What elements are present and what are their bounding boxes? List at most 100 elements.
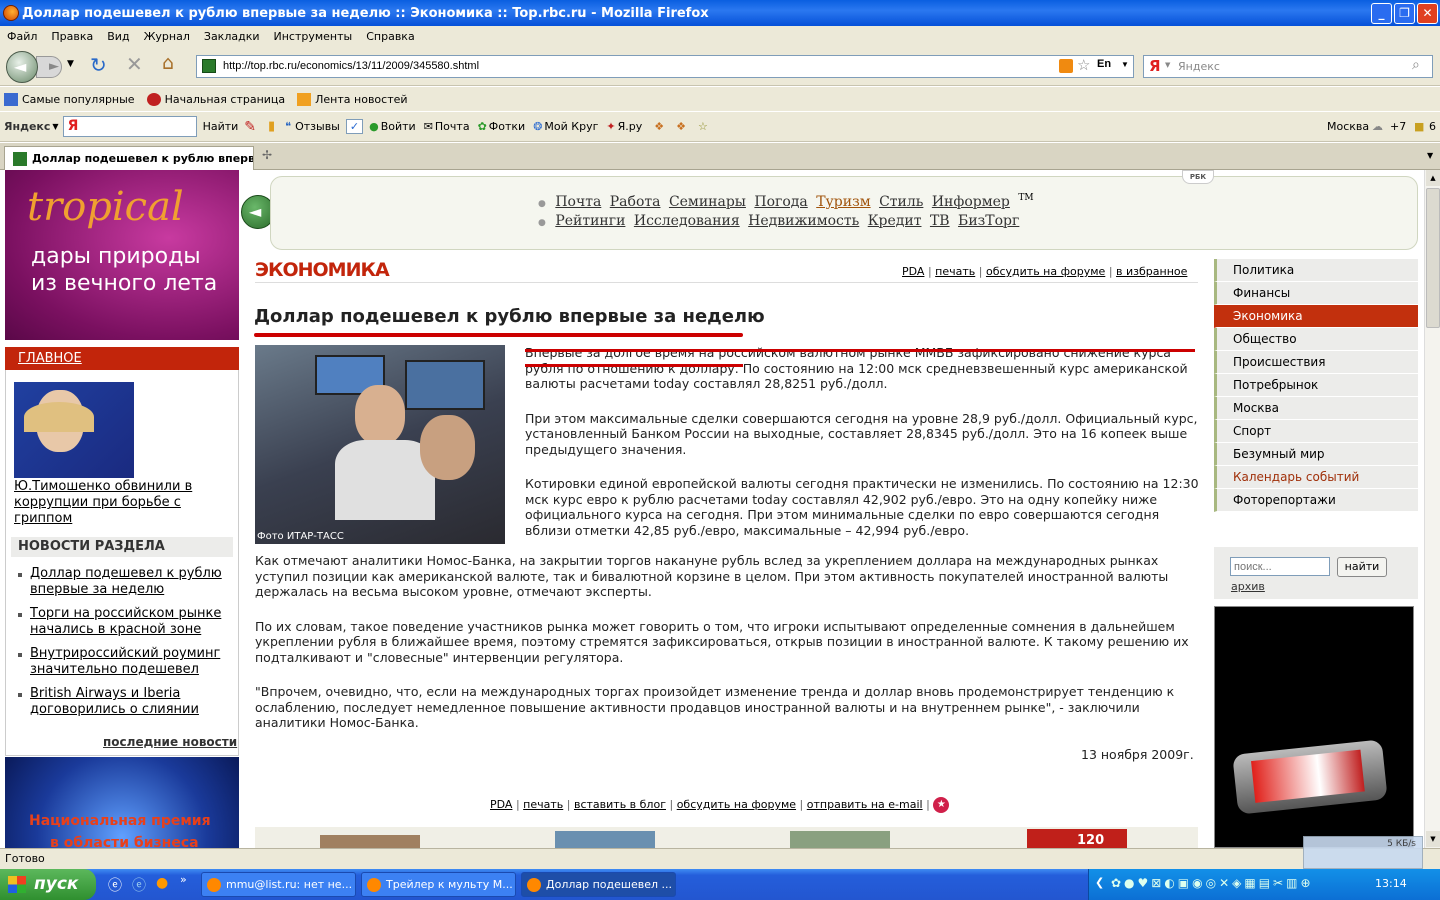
section-news-item[interactable]: Доллар подешевел к рублю впервые за неде… xyxy=(16,566,230,598)
extras-icon[interactable]: ❖ xyxy=(676,120,686,133)
rubric-economy[interactable]: Экономика xyxy=(1214,305,1418,328)
search-bar[interactable]: Я ▼ Яндекс ⌕ xyxy=(1143,55,1433,78)
rubric-politics[interactable]: Политика xyxy=(1214,259,1418,282)
task-article[interactable]: Доллар подешевел ... xyxy=(521,872,676,897)
menu-bookmarks[interactable]: Закладки xyxy=(197,30,267,43)
nav-work[interactable]: Работа xyxy=(610,194,661,210)
task-mail[interactable]: mmu@list.ru: нет не... xyxy=(201,872,356,897)
yandex-reviews[interactable]: Отзывы xyxy=(295,120,340,133)
nav-style[interactable]: Стиль xyxy=(879,194,923,210)
reload-icon[interactable]: ↻ xyxy=(90,53,107,77)
rubric-finance[interactable]: Финансы xyxy=(1214,282,1418,305)
menu-view[interactable]: Вид xyxy=(100,30,136,43)
yandex-bar-logo[interactable]: Яндекс xyxy=(4,120,50,133)
url-bar[interactable]: http://top.rbc.ru/economics/13/11/2009/3… xyxy=(196,55,1134,78)
yandex-menu-dropdown-icon[interactable]: ▼ xyxy=(52,122,58,131)
url-dropdown-icon[interactable]: ▼ xyxy=(1121,60,1129,69)
back-button[interactable]: ◄ xyxy=(6,51,38,83)
rubric-events-calendar[interactable]: Календарь событий xyxy=(1214,466,1418,489)
yandex-photos[interactable]: Фотки xyxy=(489,120,525,133)
stats-icon[interactable]: ▮ xyxy=(268,119,275,134)
menu-edit[interactable]: Правка xyxy=(44,30,100,43)
maximize-button[interactable]: ❐ xyxy=(1394,3,1415,24)
menu-help[interactable]: Справка xyxy=(359,30,421,43)
nav-credit[interactable]: Кредит xyxy=(868,213,922,229)
nav-informer[interactable]: Информер xyxy=(932,194,1010,210)
bookmark-news-feed[interactable]: Лента новостей xyxy=(297,92,413,106)
nav-biztorg[interactable]: БизТорг xyxy=(958,213,1019,229)
scroll-thumb[interactable] xyxy=(1426,188,1440,328)
yandex-moikrug[interactable]: Мой Круг xyxy=(544,120,598,133)
scroll-down-icon[interactable]: ▼ xyxy=(1426,831,1440,847)
section-title[interactable]: ЭКОНОМИКА xyxy=(255,259,390,281)
close-button[interactable]: ✕ xyxy=(1417,3,1438,24)
tool-email[interactable]: отправить на e-mail xyxy=(807,798,923,811)
quicklaunch-firefox-icon[interactable]: ● xyxy=(156,875,168,891)
tool-pda[interactable]: PDA xyxy=(902,265,924,278)
search-engine-dropdown-icon[interactable]: ▼ xyxy=(1165,61,1170,69)
services-icon[interactable]: ❖ xyxy=(654,120,664,133)
yandex-login[interactable]: Войти xyxy=(381,120,416,133)
quicklaunch-more-icon[interactable]: » xyxy=(180,873,187,886)
start-button[interactable]: пуск xyxy=(0,869,96,900)
rubric-society[interactable]: Общество xyxy=(1214,328,1418,351)
rubric-moscow[interactable]: Москва xyxy=(1214,397,1418,420)
tool-forum[interactable]: обсудить на форуме xyxy=(677,798,796,811)
menu-history[interactable]: Журнал xyxy=(137,30,197,43)
vertical-scrollbar[interactable]: ▲ ▼ xyxy=(1424,170,1440,848)
top-story-link[interactable]: Ю.Тимошенко обвинили в коррупции при бор… xyxy=(14,479,224,527)
history-dropdown-icon[interactable]: ▼ xyxy=(67,59,74,69)
nav-weather[interactable]: Погода xyxy=(754,194,807,210)
related-thumb-badge[interactable]: 120 xyxy=(1027,829,1127,848)
favorites-star-icon[interactable]: ☆ xyxy=(698,120,708,133)
related-thumb[interactable] xyxy=(320,835,420,848)
rss-icon[interactable] xyxy=(1059,59,1073,73)
weather-city[interactable]: Москва xyxy=(1327,120,1369,133)
phone-ad-banner[interactable] xyxy=(1214,606,1414,848)
yandex-mail[interactable]: Почта xyxy=(435,120,470,133)
top-story-photo[interactable] xyxy=(14,382,134,478)
rbk-logo[interactable]: РБК xyxy=(1182,170,1214,184)
search-icon[interactable]: ⌕ xyxy=(1412,57,1420,73)
notification-icon[interactable]: ■ xyxy=(1414,120,1424,133)
tab-list-dropdown-icon[interactable]: ▼ xyxy=(1427,151,1433,160)
nav-tv[interactable]: ТВ xyxy=(930,213,950,229)
marker-icon[interactable]: ✎ xyxy=(244,119,256,135)
bookmark-service-icon[interactable]: ★ xyxy=(933,797,950,813)
menu-tools[interactable]: Инструменты xyxy=(267,30,360,43)
section-news-item[interactable]: Торги на российском рынке начались в кра… xyxy=(16,606,230,638)
bookmark-popular[interactable]: Самые популярные xyxy=(4,92,141,106)
quicklaunch-browser-icon[interactable]: ⓔ xyxy=(132,875,146,895)
tool-blog[interactable]: вставить в блог xyxy=(574,798,666,811)
tool-print[interactable]: печать xyxy=(935,265,975,278)
tropical-ad-banner[interactable]: tropical дары природы из вечного лета xyxy=(5,170,239,340)
rubric-sport[interactable]: Спорт xyxy=(1214,420,1418,443)
nav-realty[interactable]: Недвижимость xyxy=(748,213,859,229)
nav-tourism[interactable]: Туризм xyxy=(816,194,870,210)
language-indicator[interactable]: En xyxy=(1097,58,1111,70)
site-search-input[interactable] xyxy=(1230,557,1330,576)
new-tab-icon[interactable]: ✢ xyxy=(262,148,272,162)
related-thumb[interactable] xyxy=(555,831,655,848)
business-award-ad[interactable]: Национальная премия в области бизнеса xyxy=(5,757,239,848)
minimize-button[interactable]: _ xyxy=(1371,3,1392,24)
rubric-crazy-world[interactable]: Безумный мир xyxy=(1214,443,1418,466)
task-trailer[interactable]: Трейлер к мульту М... xyxy=(361,872,516,897)
tool-forum[interactable]: обсудить на форуме xyxy=(986,265,1105,278)
article-photo[interactable]: Фото ИТАР-ТАСС xyxy=(255,345,505,544)
tray-icons-group[interactable]: ✿●♥⊠◐▣◉◎✕◈▦▤✂▥⊕ xyxy=(1111,876,1314,890)
yandex-find-button[interactable]: Найти xyxy=(203,120,239,133)
tray-collapse-icon[interactable]: ❮ xyxy=(1095,876,1104,889)
nav-mail[interactable]: Почта xyxy=(555,194,601,210)
rubric-photo-reports[interactable]: Фоторепортажи xyxy=(1214,489,1418,512)
rubric-consumer[interactable]: Потребрынок xyxy=(1214,374,1418,397)
quicklaunch-ie-icon[interactable]: ⓔ xyxy=(108,875,122,895)
tab-article[interactable]: Доллар подешевел к рублю вперв... xyxy=(4,146,254,170)
tool-favorites[interactable]: в избранное xyxy=(1116,265,1187,278)
tool-print[interactable]: печать xyxy=(523,798,563,811)
nav-seminars[interactable]: Семинары xyxy=(669,194,746,210)
archive-link[interactable]: архив xyxy=(1231,580,1265,593)
spellcheck-icon[interactable]: ✓ xyxy=(345,119,364,134)
section-news-item[interactable]: British Airways и Iberia договорились о … xyxy=(16,686,230,718)
bookmark-homepage[interactable]: Начальная страница xyxy=(146,92,292,106)
